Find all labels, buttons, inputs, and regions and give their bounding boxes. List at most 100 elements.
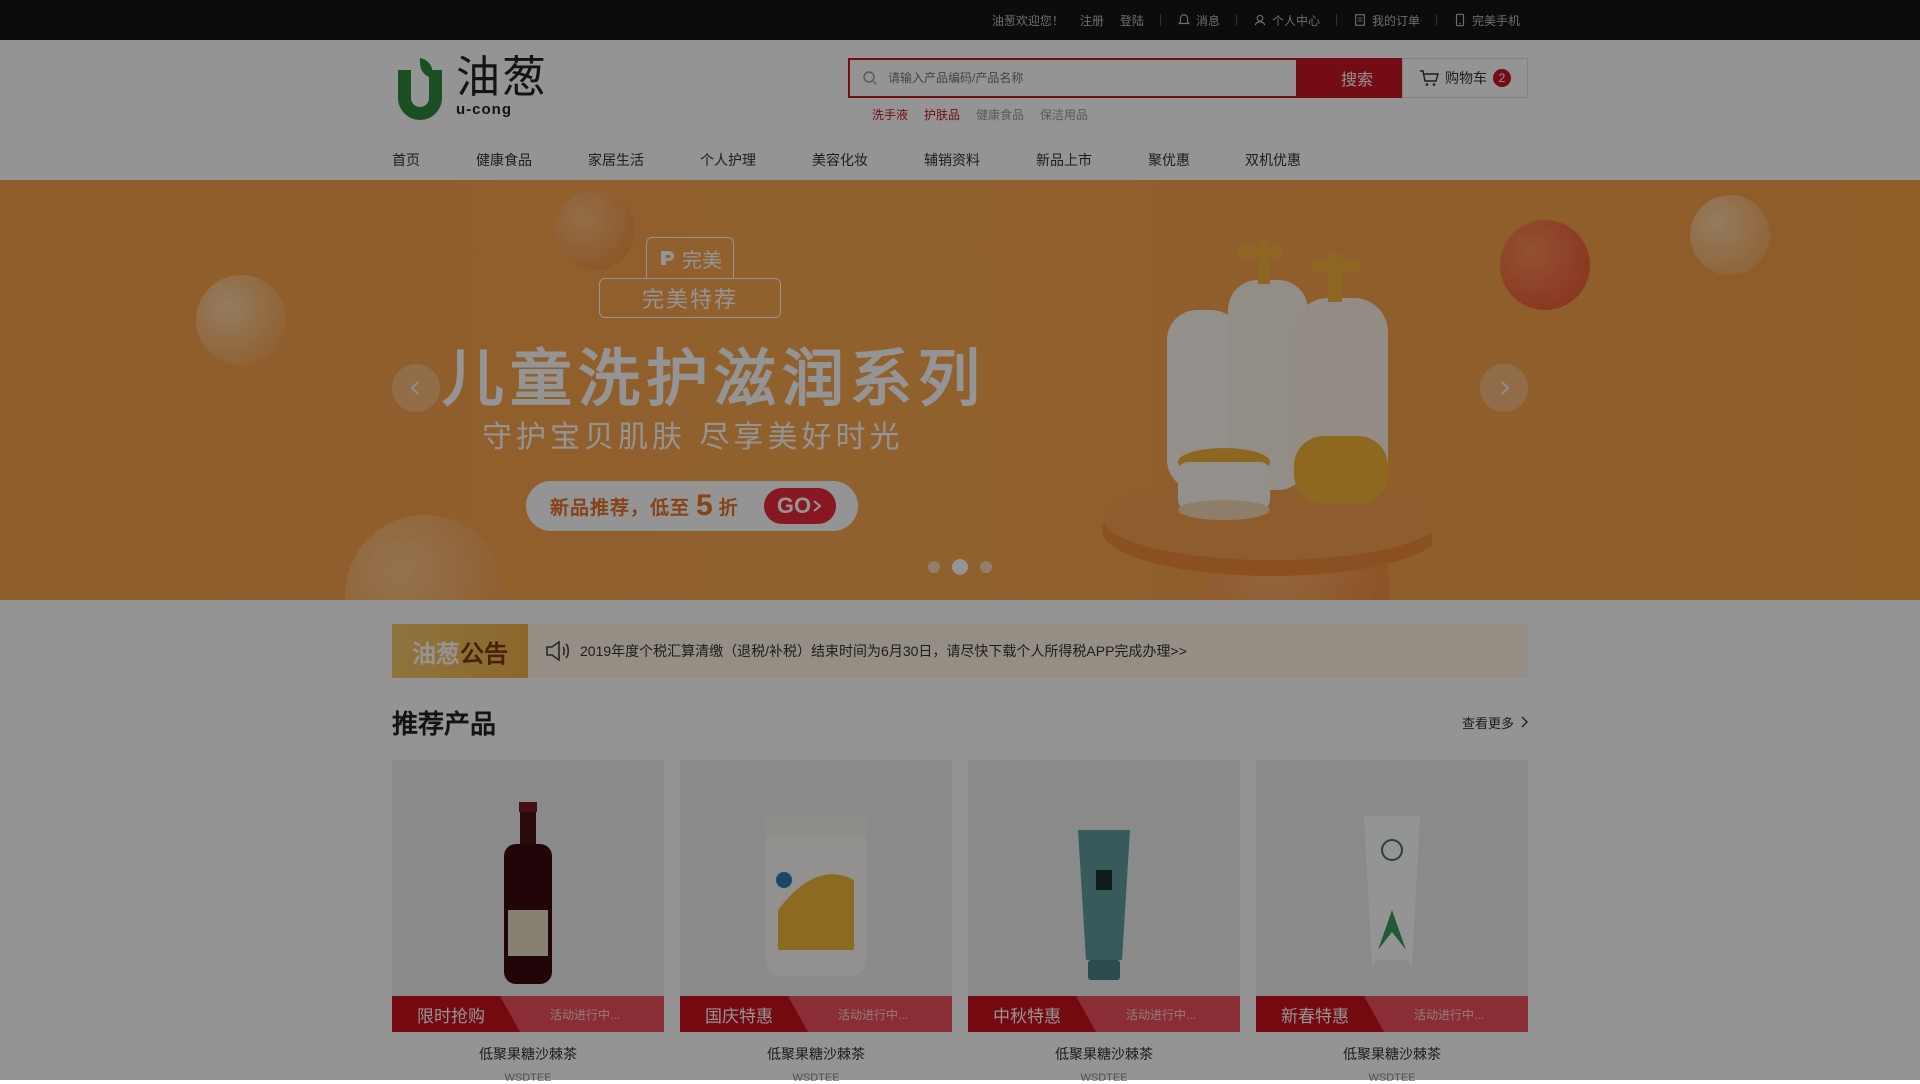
nav-item-deals[interactable]: 聚优惠 bbox=[1148, 150, 1245, 170]
order-icon bbox=[1355, 14, 1365, 26]
orders-label: 我的订单 bbox=[1371, 13, 1420, 28]
product-card[interactable]: 中秋特惠 活动进行中... 低聚果糖沙棘茶 WSDTEE bbox=[968, 760, 1240, 1084]
go-label: GO bbox=[776, 493, 812, 518]
hot-keyword[interactable]: 保洁用品 bbox=[1040, 106, 1088, 123]
brand-logo-icon bbox=[661, 251, 674, 265]
nav-item-personal-care[interactable]: 个人护理 bbox=[700, 150, 812, 170]
product-card[interactable]: 国庆特惠 活动进行中... 低聚果糖沙棘茶 WSDTEE bbox=[680, 760, 952, 1084]
mobile-link[interactable]: 完美手机 bbox=[1445, 12, 1528, 29]
announcement-text[interactable]: 2019年度个税汇算清缴（退税/补税）结束时间为6月30日，请尽快下载个人所得税… bbox=[580, 641, 1187, 661]
search-input[interactable] bbox=[886, 70, 1296, 86]
promo-status: 活动进行中... bbox=[1413, 1007, 1484, 1022]
brand-badge: 完美 完美特荐 bbox=[599, 237, 781, 318]
mobile-label: 完美手机 bbox=[1471, 13, 1520, 28]
cart-button[interactable]: 购物车 2 bbox=[1402, 58, 1528, 98]
user-center-link[interactable]: 个人中心 bbox=[1245, 12, 1328, 29]
hot-keyword[interactable]: 护肤品 bbox=[924, 106, 960, 123]
product-code: WSDTEE bbox=[1368, 1072, 1416, 1084]
decor-bubble bbox=[196, 275, 286, 365]
hot-keyword[interactable]: 健康食品 bbox=[976, 106, 1024, 123]
promo-tag: 新春特惠 活动进行中... bbox=[1256, 996, 1528, 1032]
divider bbox=[1235, 14, 1237, 26]
product-name[interactable]: 低聚果糖沙棘茶 bbox=[1256, 1044, 1528, 1064]
banner-dot[interactable] bbox=[980, 561, 992, 573]
top-bar: 油葱欢迎您！ 注册 登陆 消息 个人中心 我的订单 完美手机 bbox=[0, 0, 1920, 40]
product-image[interactable]: 限时抢购 活动进行中... bbox=[392, 760, 664, 1032]
divider bbox=[1435, 14, 1437, 26]
nav-item-home-living[interactable]: 家居生活 bbox=[588, 150, 700, 170]
orders-link[interactable]: 我的订单 bbox=[1345, 12, 1428, 29]
messages-label: 消息 bbox=[1195, 13, 1220, 28]
divider bbox=[1159, 14, 1161, 26]
divider bbox=[1335, 14, 1337, 26]
promo-tag: 国庆特惠 活动进行中... bbox=[680, 996, 952, 1032]
product-code: WSDTEE bbox=[1080, 1072, 1128, 1084]
banner-pagination bbox=[928, 559, 992, 575]
banner-dot-active[interactable] bbox=[952, 559, 968, 575]
banner-dot[interactable] bbox=[928, 561, 940, 573]
site-logo[interactable]: 油葱 u-cong bbox=[392, 56, 548, 122]
logo-en-text: u-cong bbox=[456, 101, 512, 118]
product-name[interactable]: 低聚果糖沙棘茶 bbox=[968, 1044, 1240, 1064]
product-code: WSDTEE bbox=[792, 1072, 840, 1084]
view-more-label: 查看更多 bbox=[1461, 715, 1514, 731]
banner-next-button[interactable] bbox=[1480, 364, 1528, 412]
hero-banner[interactable]: 完美 完美特荐 儿童洗护滋润系列 守护宝贝肌肤 尽享美好时光 新品推荐，低至 5… bbox=[0, 180, 1920, 600]
announcement-label-b: 公告 bbox=[460, 640, 508, 668]
go-button[interactable]: GO bbox=[764, 488, 836, 524]
wine-bottle-image bbox=[504, 802, 552, 984]
announcement-bar: 油葱 公告 2019年度个税汇算清缴（退税/补税）结束时间为6月30日，请尽快下… bbox=[392, 624, 1528, 678]
product-image[interactable]: 国庆特惠 活动进行中... bbox=[680, 760, 952, 1032]
main-nav: 首页 健康食品 家居生活 个人护理 美容化妆 辅销资料 新品上市 聚优惠 双机优… bbox=[0, 140, 1920, 180]
aloe-tube-image bbox=[1364, 816, 1420, 978]
promo-tag: 中秋特惠 活动进行中... bbox=[968, 996, 1240, 1032]
chevron-left-icon bbox=[410, 381, 419, 395]
product-name[interactable]: 低聚果糖沙棘茶 bbox=[680, 1044, 952, 1064]
login-link[interactable]: 登陆 bbox=[1112, 12, 1152, 29]
brand-top: 完美 bbox=[646, 237, 734, 278]
decor-bubble bbox=[1690, 195, 1770, 275]
nav-item-new-arrivals[interactable]: 新品上市 bbox=[1036, 150, 1148, 170]
promo-text-b: 折 bbox=[718, 497, 739, 519]
promo-text-a: 新品推荐，低至 bbox=[550, 497, 691, 519]
chevron-right-icon bbox=[1521, 716, 1528, 728]
nav-item-dual-deals[interactable]: 双机优惠 bbox=[1245, 150, 1301, 170]
phone-icon bbox=[1455, 13, 1465, 27]
product-code: WSDTEE bbox=[504, 1072, 552, 1084]
product-card[interactable]: 限时抢购 活动进行中... 低聚果糖沙棘茶 WSDTEE bbox=[392, 760, 664, 1084]
cream-tube-image bbox=[1078, 830, 1130, 980]
promo-tag-label: 中秋特惠 bbox=[968, 996, 1096, 1032]
cart-count-badge: 2 bbox=[1493, 69, 1511, 87]
messages-link[interactable]: 消息 bbox=[1169, 12, 1228, 29]
header: 油葱 u-cong 搜索 洗手液 护肤品 健康食品 保洁用品 购物车 2 bbox=[0, 40, 1920, 140]
nav-item-health-food[interactable]: 健康食品 bbox=[476, 150, 588, 170]
nav-item-home[interactable]: 首页 bbox=[392, 150, 476, 170]
brand-top-text: 完美 bbox=[682, 249, 722, 272]
user-icon bbox=[1254, 14, 1266, 26]
search-icon bbox=[863, 71, 877, 85]
product-card[interactable]: 新春特惠 活动进行中... 低聚果糖沙棘茶 WSDTEE bbox=[1256, 760, 1528, 1084]
cart-icon bbox=[1420, 70, 1439, 86]
user-center-label: 个人中心 bbox=[1271, 13, 1320, 28]
product-image[interactable]: 中秋特惠 活动进行中... bbox=[968, 760, 1240, 1032]
promo-tag-label: 新春特惠 bbox=[1256, 996, 1384, 1032]
register-link[interactable]: 注册 bbox=[1072, 12, 1112, 29]
search-button[interactable]: 搜索 bbox=[1296, 58, 1418, 98]
cart-label: 购物车 bbox=[1445, 70, 1487, 86]
logo-mark-icon bbox=[398, 58, 442, 120]
hot-keyword[interactable]: 洗手液 bbox=[872, 106, 908, 123]
product-image[interactable]: 新春特惠 活动进行中... bbox=[1256, 760, 1528, 1032]
speaker-icon bbox=[546, 640, 570, 662]
nav-item-beauty[interactable]: 美容化妆 bbox=[812, 150, 924, 170]
nav-item-sales-material[interactable]: 辅销资料 bbox=[924, 150, 1036, 170]
product-name[interactable]: 低聚果糖沙棘茶 bbox=[392, 1044, 664, 1064]
banner-prev-button[interactable] bbox=[392, 364, 440, 412]
welcome-text: 油葱欢迎您！ bbox=[991, 13, 1064, 28]
promo-tag-label: 限时抢购 bbox=[392, 996, 520, 1032]
banner-promo-pill[interactable]: 新品推荐，低至 5 折 GO bbox=[526, 481, 858, 531]
bell-icon bbox=[1177, 14, 1190, 25]
announcement-label: 油葱 公告 bbox=[392, 624, 528, 678]
search-bar: 搜索 bbox=[848, 58, 1418, 98]
announcement-label-a: 油葱 bbox=[412, 640, 460, 668]
view-more-link[interactable]: 查看更多 bbox=[1462, 713, 1528, 732]
